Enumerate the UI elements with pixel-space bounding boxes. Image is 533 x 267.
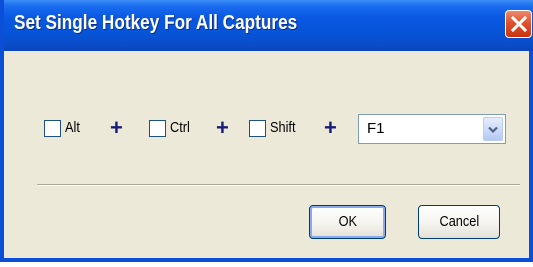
shift-checkbox[interactable] [249,120,266,137]
chevron-down-icon [488,126,498,134]
title-bar[interactable]: Set Single Hotkey For All Captures [4,0,533,51]
ok-button[interactable]: OK [309,205,386,239]
alt-checkbox[interactable] [44,120,61,137]
close-icon [511,16,527,32]
dialog-content: Alt + Ctrl + Shift + F1 OK Cancel [4,51,529,258]
key-select[interactable]: F1 [358,114,506,144]
cancel-button[interactable]: Cancel [418,205,500,239]
cancel-label: Cancel [439,213,479,230]
plus-sign: + [324,115,337,140]
alt-label[interactable]: Alt [65,119,80,136]
dialog-window: Set Single Hotkey For All Captures Alt +… [0,0,533,262]
plus-sign: + [110,115,123,140]
ctrl-checkbox[interactable] [149,120,166,137]
plus-sign: + [216,115,229,140]
divider [37,184,520,186]
shift-label[interactable]: Shift [270,119,296,136]
ctrl-label[interactable]: Ctrl [170,119,190,136]
dropdown-button[interactable] [483,117,503,141]
key-select-value: F1 [367,120,385,137]
ok-label: OK [338,213,357,230]
window-title: Set Single Hotkey For All Captures [14,12,298,34]
close-button[interactable] [505,10,532,38]
